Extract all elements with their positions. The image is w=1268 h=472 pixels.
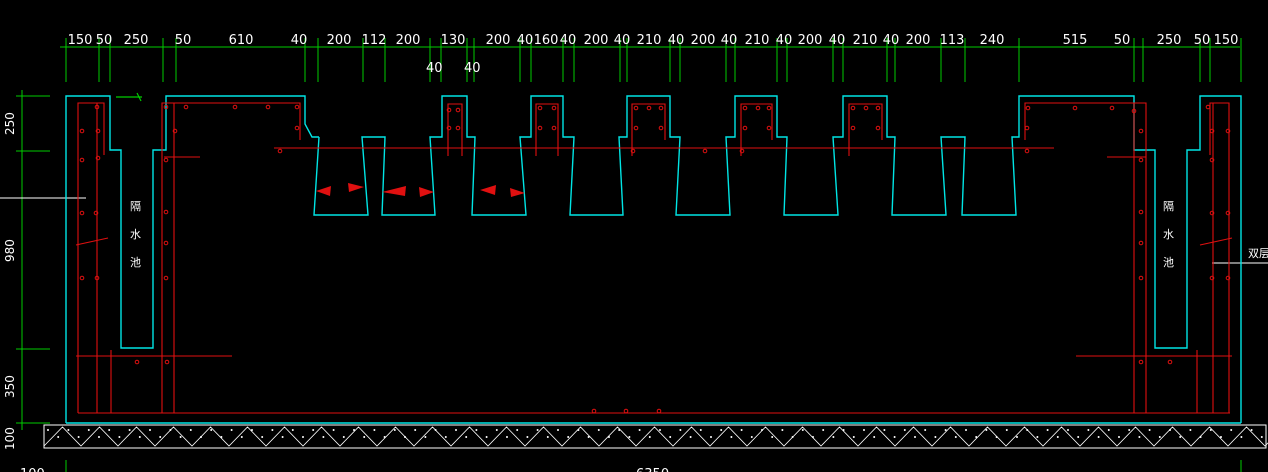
- svg-text:池: 池: [1163, 256, 1174, 269]
- top-dim-label: 40: [721, 33, 738, 48]
- svg-text:隔: 隔: [1163, 200, 1174, 213]
- top-dim-label: 200: [327, 33, 352, 48]
- top-dim-label: 200: [798, 33, 823, 48]
- svg-text:水: 水: [1163, 228, 1174, 241]
- direction-arrows: [316, 183, 525, 197]
- svg-text:池: 池: [130, 256, 141, 269]
- top-dim-label: 40: [614, 33, 631, 48]
- top-dim-label: 50: [175, 33, 192, 48]
- cad-drawing-canvas: 150 50 250 50 610 40 200 112 200 130 200 40 160 40 200…: [0, 0, 1268, 472]
- right-note: 双层: [1248, 247, 1268, 260]
- concrete-outline: [65, 95, 1242, 424]
- dim-bottom-total: 6350: [636, 467, 669, 472]
- top-dim-label: 210: [637, 33, 662, 48]
- svg-text:水: 水: [130, 228, 141, 241]
- top-dim-label: 160: [534, 33, 559, 48]
- top-dimension-labels: 150 50 250 50 610 40 200 112 200 130 200 40 160 40 200…: [68, 33, 1239, 48]
- top-dim-label: 150: [68, 33, 93, 48]
- top-dim-label: 210: [853, 33, 878, 48]
- top-dim-label: 200: [486, 33, 511, 48]
- top-dim-label: 40: [776, 33, 793, 48]
- top-dim-label: 250: [124, 33, 149, 48]
- top-dim-label: 50: [1194, 33, 1211, 48]
- rebar-lines: [75, 102, 1233, 414]
- top-dim-label: 250: [1157, 33, 1182, 48]
- top-dim-label: 50: [1114, 33, 1131, 48]
- marker-icon: [116, 92, 142, 102]
- channel-label-left: 隔水池: [130, 200, 141, 269]
- top-dim-label: 40: [291, 33, 308, 48]
- channel-label-right: 隔水池: [1163, 200, 1174, 269]
- dim-left-100: 100: [3, 427, 17, 450]
- top-dim-label: 200: [584, 33, 609, 48]
- top-dim-label: 40: [883, 33, 900, 48]
- ground-slab: [43, 424, 1268, 449]
- top-dim-label: 130: [441, 33, 466, 48]
- top-dim-label: 240: [980, 33, 1005, 48]
- dim-left-350: 350: [3, 375, 17, 398]
- dim-bottom-left: 100: [20, 467, 45, 472]
- top-dim-label: 40: [668, 33, 685, 48]
- top-dim-label: 40: [517, 33, 534, 48]
- rebar-dots: [79, 104, 1231, 414]
- top-dim-label: 112: [362, 33, 387, 48]
- top-dim-label: 200: [906, 33, 931, 48]
- top-dim-label: 150: [1214, 33, 1239, 48]
- top-dim-label: 40: [829, 33, 846, 48]
- dim-left-250: 250: [3, 112, 17, 135]
- top-dim-label: 50: [96, 33, 113, 48]
- top-dim-label: 210: [745, 33, 770, 48]
- top-dim-label: 610: [229, 33, 254, 48]
- left-dimension-chain: [16, 90, 50, 430]
- top-dim-label: 200: [691, 33, 716, 48]
- top-dim-label: 113: [940, 33, 965, 48]
- top-dim-label: 40: [560, 33, 577, 48]
- top-dim-label: 200: [396, 33, 421, 48]
- svg-text:隔: 隔: [130, 200, 141, 213]
- dim-left-980: 980: [3, 239, 17, 262]
- dim-lower-2: 40: [464, 61, 481, 76]
- top-dim-label: 515: [1063, 33, 1088, 48]
- dim-lower-1: 40: [426, 61, 443, 76]
